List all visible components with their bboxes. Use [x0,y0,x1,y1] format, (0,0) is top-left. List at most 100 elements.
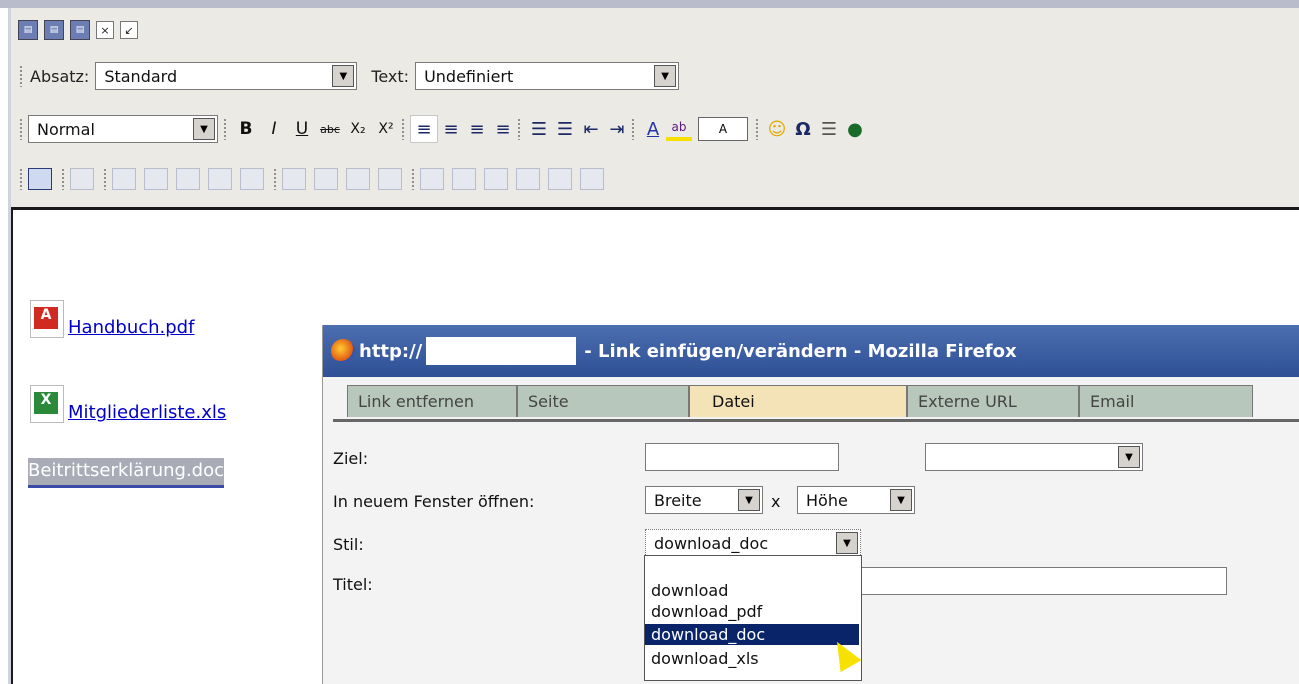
option-download-pdf[interactable]: download_pdf [645,601,859,622]
breite-value: Breite [654,490,702,510]
underline-button[interactable]: U [288,119,316,139]
pdf-icon [30,300,64,338]
absatz-select-value: Standard [104,66,178,86]
tab-externe-url[interactable]: Externe URL [907,385,1079,417]
toolbar-separator [20,118,22,140]
strikethrough-button[interactable]: abc [316,123,344,136]
tab-datei[interactable]: Datei [689,385,907,417]
ziel-input[interactable] [645,443,839,471]
text-color-icon[interactable]: A [640,116,666,142]
col-insert-before-icon [282,168,306,190]
toolbar-separator [62,168,64,190]
link-handbuch[interactable]: Handbuch.pdf [68,317,194,338]
undo-icon[interactable]: ↙ [120,21,138,39]
toolbar-row-3: Normal ▼ B I U abc X₂ X² ≡ ≡ ≡ ≡ ☰ ☰ ⇤ ⇥… [18,115,868,143]
smiley-icon[interactable]: ☺ [764,116,790,142]
dialog-url-redacted [426,337,577,365]
chevron-down-icon[interactable]: ▼ [654,65,677,87]
indent-icon[interactable]: ⇥ [604,116,630,142]
align-left-icon[interactable]: ≡ [410,115,438,143]
chevron-down-icon[interactable]: ▼ [738,489,760,511]
chevron-down-icon[interactable]: ▼ [836,532,858,554]
row-insert-after-icon [176,168,200,190]
save-icon[interactable]: ▤ [18,20,38,40]
stil-select[interactable]: download_doc ▼ [645,529,861,557]
stil-value: download_doc [654,533,769,553]
selected-text-beitrittserklaerung[interactable]: Beitrittserklärung.doc [28,458,225,488]
horizontal-rule-icon[interactable]: ☰ [816,116,842,142]
ordered-list-icon[interactable]: ☰ [526,116,552,142]
unordered-list-icon[interactable]: ☰ [552,116,578,142]
absatz-select[interactable]: Standard ▼ [95,62,358,90]
format-select[interactable]: Normal ▼ [28,115,218,143]
cell-merge-icon [580,168,604,190]
absatz-label: Absatz: [30,66,90,86]
toolbar-separator [412,168,414,190]
save-close-icon[interactable]: ▤ [70,20,90,40]
text-box-icon[interactable]: A [698,117,748,141]
chevron-down-icon[interactable]: ▼ [1118,446,1140,468]
special-char-icon[interactable]: Ω [790,116,816,142]
hoehe-select[interactable]: Höhe ▼ [797,486,915,514]
toolbar-separator [224,118,226,140]
option-download-xls[interactable]: download_xls [645,648,859,669]
table-props-icon [70,168,94,190]
subscript-button[interactable]: X₂ [344,121,372,137]
highlight-color-icon[interactable]: ab [666,117,692,141]
align-justify-icon[interactable]: ≡ [490,116,516,142]
toolbar-separator [274,168,276,190]
dialog-title: - Link einfügen/verändern - Mozilla Fire… [584,340,1017,362]
hoehe-value: Höhe [806,490,848,510]
toolbar-separator [104,168,106,190]
chevron-down-icon[interactable]: ▼ [332,65,355,87]
close-icon[interactable]: × [96,21,114,39]
toolbar-separator [20,65,22,87]
toolbar-divider [11,207,1299,210]
text-select-value: Undefiniert [424,66,514,86]
option-download-doc[interactable]: download_doc [645,624,859,645]
toolbar-separator [20,168,22,190]
italic-button[interactable]: I [260,119,288,139]
cell-props-icon [420,168,444,190]
save-view-icon[interactable]: ▤ [44,20,64,40]
toolbar-separator [402,118,404,140]
tab-link-entfernen[interactable]: Link entfernen [347,385,517,417]
titel-input[interactable]: . [843,567,1227,595]
superscript-button[interactable]: X² [372,121,400,137]
link-globe-icon[interactable]: ● [842,116,868,142]
align-right-icon[interactable]: ≡ [464,116,490,142]
text-select[interactable]: Undefiniert ▼ [415,62,680,90]
stil-label: Stil: [333,535,364,554]
row-props-icon [112,168,136,190]
link-mitgliederliste[interactable]: Mitgliederliste.xls [68,402,226,423]
col-insert-after-icon [314,168,338,190]
align-center-icon[interactable]: ≡ [438,116,464,142]
row-split-icon [240,168,264,190]
dialog-url-prefix: http:// [359,340,423,362]
cell-insert-before-icon [452,168,476,190]
titel-label: Titel: [333,575,373,594]
option-download[interactable]: download [645,580,859,601]
breite-select[interactable]: Breite ▼ [645,486,763,514]
dialog-titlebar: http:// - Link einfügen/verändern - Mozi… [323,325,1299,377]
toolbar-separator [632,118,634,140]
tab-email[interactable]: Email [1079,385,1253,417]
stil-dropdown-list: download download_pdf download_doc downl… [644,555,862,681]
chevron-down-icon[interactable]: ▼ [890,489,912,511]
file-link-handbuch: Handbuch.pdf [30,300,194,338]
chevron-down-icon[interactable]: ▼ [193,118,215,140]
outdent-icon[interactable]: ⇤ [578,116,604,142]
neues-fenster-label: In neuem Fenster öffnen: [333,492,535,511]
ziel-target-select[interactable]: ▼ [925,443,1143,471]
dialog-tabs: Link entfernen Seite Datei Externe URL E… [347,385,1253,417]
editor-left-border [11,207,13,684]
insert-table-icon[interactable] [28,168,52,190]
bold-button[interactable]: B [232,119,260,139]
cell-delete-icon [516,168,540,190]
cell-split-icon [548,168,572,190]
cell-insert-after-icon [484,168,508,190]
size-separator: x [771,492,781,511]
row-insert-before-icon [144,168,168,190]
format-select-value: Normal [37,119,95,139]
tab-seite[interactable]: Seite [517,385,689,417]
